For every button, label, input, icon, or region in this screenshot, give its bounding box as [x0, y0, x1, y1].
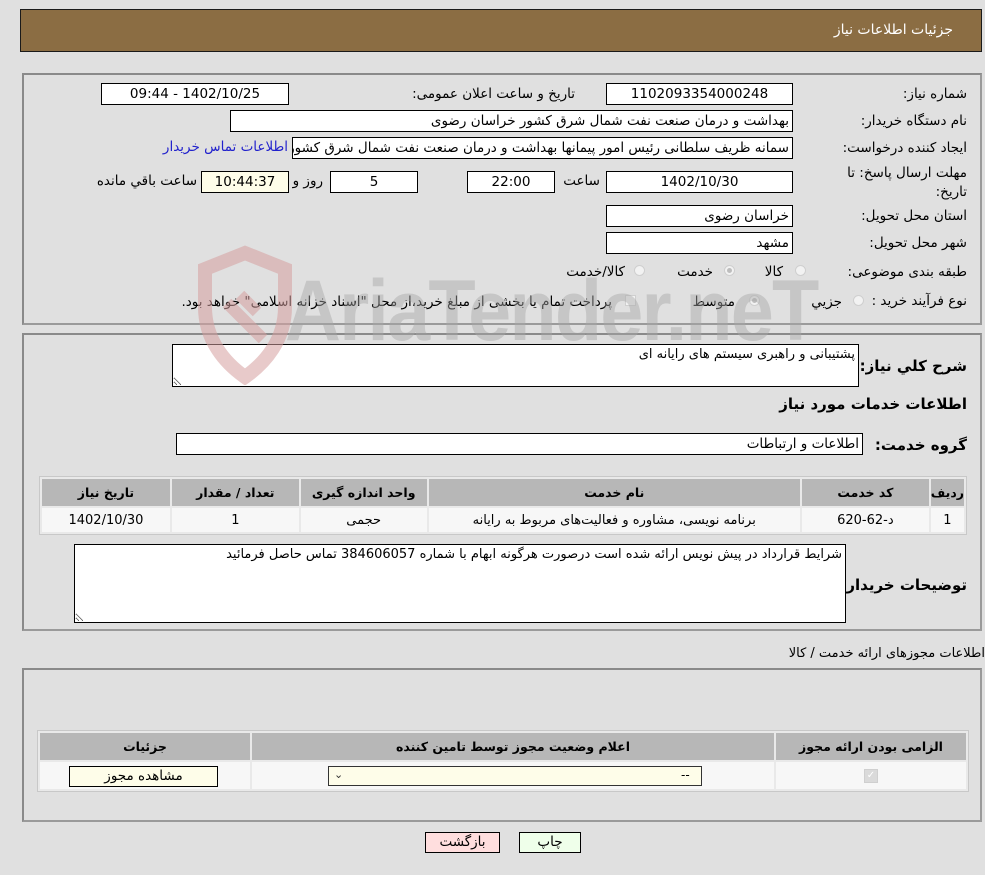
col-row-number: ردیف [930, 479, 964, 506]
col-quantity: تعداد / مقدار [171, 479, 299, 506]
cell-quantity: 1 [171, 508, 299, 532]
need-number-field: 1102093354000248 [606, 83, 793, 105]
chevron-down-icon: ⌄ [334, 768, 344, 781]
city-label: شهر محل تحویل: [869, 235, 967, 251]
permits-table-header: الزامی بودن ارائه مجوز اعلام وضعیت مجوز … [40, 733, 966, 760]
buyer-notes-label: توضیحات خریدار: [840, 576, 967, 594]
col-need-date: تاریخ نیاز [42, 479, 170, 506]
process-option-minor: جزيي [811, 294, 842, 310]
treasury-checkbox[interactable] [625, 295, 636, 306]
page-title: جزئیات اطلاعات نیاز [833, 22, 953, 38]
buyer-notes-textarea[interactable]: شرایط قرارداد در پیش نویس ارائه شده است … [74, 544, 846, 623]
process-radio-minor[interactable] [853, 295, 864, 306]
services-table: ردیف کد خدمت نام خدمت واحد اندازه گیری ت… [39, 476, 967, 535]
permit-status-value: -- [681, 768, 690, 782]
province-field: خراسان رضوی [606, 205, 793, 227]
table-row: 1 د-62-620 برنامه نویسی، مشاوره و فعالیت… [42, 508, 964, 532]
treasury-note: پرداخت تمام یا بخشی از مبلغ خرید،از محل … [181, 294, 612, 310]
service-group-label: گروه خدمت: [874, 436, 967, 454]
col-permit-required: الزامی بودن ارائه مجوز [776, 733, 966, 760]
category-option-goods: کالا [764, 264, 783, 280]
process-type-label: نوع فرآیند خرید : [871, 293, 967, 309]
need-number-label: شماره نیاز: [902, 86, 967, 102]
deadline-label: مهلت ارسال پاسخ: تا تاریخ: [847, 165, 967, 200]
deadline-date-field: 1402/10/30 [606, 171, 793, 193]
days-label: روز و [292, 173, 323, 189]
province-label: استان محل تحویل: [861, 208, 967, 224]
general-description-label: شرح کلي نیاز: [859, 357, 967, 375]
cell-permit-required: ✓ [776, 762, 966, 789]
print-button[interactable]: چاپ [519, 832, 581, 853]
category-radio-goods-service[interactable] [634, 265, 645, 276]
deadline-time-label: ساعت [563, 173, 600, 189]
buyer-contact-link[interactable]: اطلاعات تماس خریدار [163, 139, 288, 155]
services-table-header: ردیف کد خدمت نام خدمت واحد اندازه گیری ت… [42, 479, 964, 506]
cell-service-name: برنامه نویسی، مشاوره و فعالیت‌های مربوط … [428, 508, 800, 532]
cell-row-number: 1 [930, 508, 964, 532]
view-permit-button[interactable]: مشاهده مجوز [69, 766, 218, 787]
category-option-goods-service: کالا/خدمت [566, 264, 625, 280]
remaining-time-field: 10:44:37 [201, 171, 289, 193]
city-field: مشهد [606, 232, 793, 254]
deadline-time-field: 22:00 [467, 171, 555, 193]
back-button[interactable]: بازگشت [425, 832, 500, 853]
permit-status-select[interactable]: -- ⌄ [328, 766, 702, 786]
service-group-field: اطلاعات و ارتباطات [176, 433, 863, 455]
days-remaining-field: 5 [330, 171, 418, 193]
cell-need-date: 1402/10/30 [42, 508, 170, 532]
permits-heading: اطلاعات مجوزهای ارائه خدمت / کالا [788, 646, 985, 661]
announce-date-label: تاریخ و ساعت اعلان عمومی: [412, 86, 575, 102]
services-heading: اطلاعات خدمات مورد نیاز [779, 395, 967, 413]
category-radio-goods[interactable] [795, 265, 806, 276]
category-radio-service[interactable] [724, 265, 735, 276]
col-service-name: نام خدمت [428, 479, 800, 506]
col-unit: واحد اندازه گیری [300, 479, 427, 506]
col-service-code: کد خدمت [801, 479, 929, 506]
permit-required-checkbox: ✓ [864, 768, 878, 783]
buyer-org-label: نام دستگاه خریدار: [860, 113, 967, 129]
category-option-service: خدمت [677, 264, 713, 280]
page-header: جزئیات اطلاعات نیاز [20, 9, 982, 52]
cell-service-code: د-62-620 [801, 508, 929, 532]
remaining-time-label: ساعت باقي مانده [96, 173, 197, 189]
requester-label: ایجاد کننده درخواست: [842, 140, 967, 156]
announce-date-field: 1402/10/25 - 09:44 [101, 83, 289, 105]
process-option-medium: متوسط [692, 294, 735, 310]
cell-unit: حجمی [300, 508, 427, 532]
buyer-org-field: بهداشت و درمان صنعت نفت شمال شرق کشور خر… [230, 110, 793, 132]
process-radio-medium[interactable] [749, 295, 760, 306]
category-label: طبقه بندی موضوعی: [847, 264, 967, 280]
general-description-textarea[interactable]: پشتیبانی و راهبری سیستم های رایانه ای [172, 344, 859, 387]
col-permit-status: اعلام وضعیت مجوز توسط تامین کننده [252, 733, 774, 760]
col-permit-details: جزئیات [40, 733, 250, 760]
requester-field: سمانه ظریف سلطانی رئیس امور پیمانها بهدا… [292, 137, 793, 159]
